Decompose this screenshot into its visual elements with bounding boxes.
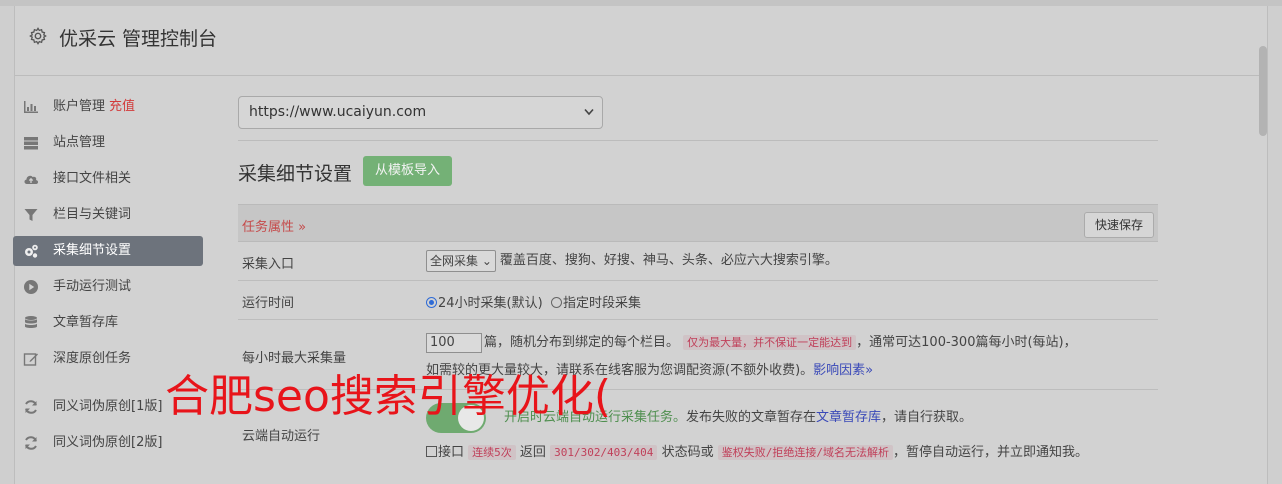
notify-checkbox[interactable] <box>426 446 437 457</box>
max-text-2: ，通常可达100-300篇每小时(每站)， <box>856 335 1077 350</box>
max-per-hour-input[interactable]: 100 <box>426 332 482 353</box>
sidebar-item-columns-keywords[interactable]: 栏目与关键词 <box>13 200 203 230</box>
entry-select-value: 全网采集 <box>430 253 479 268</box>
import-template-button[interactable]: 从模板导入 <box>363 156 453 186</box>
code-status: 301/302/403/404 <box>550 445 658 460</box>
sidebar-item-label: 采集细节设置 <box>53 243 132 258</box>
row-label: 运行时间 <box>242 296 295 311</box>
edit-icon <box>23 353 38 366</box>
cloud-upload-icon <box>24 175 39 184</box>
row-content: 24小时采集(默认) 指定时段采集 <box>426 292 1158 311</box>
sidebar-item-label: 栏目与关键词 <box>53 207 132 222</box>
sidebar-item-label: 站点管理 <box>53 135 106 150</box>
divider <box>238 140 1158 141</box>
radio-scheduled-label: 指定时段采集 <box>562 296 641 311</box>
max-text-1: 篇，随机分布到绑定的每个栏目。 <box>484 335 680 350</box>
radio-24h-label: 24小时采集(默认) <box>438 296 543 311</box>
entry-desc: 覆盖百度、搜狗、好搜、神马、头条、必应六大搜索引擎。 <box>499 253 838 268</box>
row-content: 全网采集 ⌄ 覆盖百度、搜狗、好搜、神马、头条、必应六大搜索引擎。 <box>426 249 1158 272</box>
code-errors: 鉴权失败/拒绝连接/域名无法解析 <box>717 445 893 460</box>
filter-icon <box>24 209 38 221</box>
checkbox-label: 接口 <box>438 445 465 460</box>
settings-table: 任务属性 » 快速保存 采集入口 全网采集 ⌄ 覆盖百度、搜狗、好搜、神马、头条、… <box>238 204 1158 478</box>
factors-link[interactable]: 影响因素» <box>813 363 873 378</box>
scrollbar[interactable] <box>1259 46 1267 136</box>
page-header: 优采云 管理控制台 <box>15 6 1267 76</box>
recharge-link[interactable]: 充值 <box>109 99 135 114</box>
chevron-down-icon: ⌄ <box>481 253 492 268</box>
sidebar-item-label: 手动运行测试 <box>53 279 132 294</box>
row-label: 采集入口 <box>242 257 295 272</box>
cloud-line-2: 接口 连续5次 返回 301/302/403/404 状态码或 鉴权失败/拒绝连… <box>426 443 1158 463</box>
cloud-text-3: 返回 <box>519 445 546 460</box>
sidebar-item-label: 文章暂存库 <box>53 315 119 330</box>
bar-chart-icon <box>24 101 38 113</box>
page-title: 优采云 管理控制台 <box>59 28 218 50</box>
quick-save-button[interactable]: 快速保存 <box>1083 212 1154 238</box>
row-label: 云端自动运行 <box>242 429 321 444</box>
sidebar-item-label: 同义词伪原创[2版] <box>53 435 163 450</box>
radio-scheduled[interactable] <box>550 297 562 308</box>
sidebar-item-manual-test[interactable]: 手动运行测试 <box>13 272 203 302</box>
site-select-value: https://www.ucaiyun.com <box>249 104 427 120</box>
table-header: 任务属性 » 快速保存 <box>238 204 1158 242</box>
gear-icon <box>29 27 47 45</box>
play-icon <box>24 280 38 294</box>
sidebar-item-sites[interactable]: 站点管理 <box>13 128 203 158</box>
entry-select[interactable]: 全网采集 ⌄ <box>426 249 496 272</box>
database-icon <box>25 316 37 328</box>
refresh-icon <box>25 436 37 450</box>
sidebar-item-interface-files[interactable]: 接口文件相关 <box>13 164 203 194</box>
gears-icon <box>25 244 38 258</box>
table-row-runtime: 运行时间 24小时采集(默认) 指定时段采集 <box>238 281 1158 320</box>
sidebar-item-label: 接口文件相关 <box>53 171 132 186</box>
table-row-entry: 采集入口 全网采集 ⌄ 覆盖百度、搜狗、好搜、神马、头条、必应六大搜索引擎。 <box>238 242 1158 281</box>
section-title: 采集细节设置 <box>238 163 353 185</box>
cloud-text-5: ，暂停自动运行，并立即通知我。 <box>892 445 1088 460</box>
max-note-code: 仅为最大量，并不保证一定能达到 <box>683 335 857 350</box>
task-attributes-toggle[interactable]: 任务属性 » <box>242 216 306 235</box>
cloud-text-2: ，请自行获取。 <box>881 410 973 425</box>
server-icon <box>24 137 38 150</box>
code-5-times: 连续5次 <box>468 445 516 460</box>
cloud-text-4: 状态码或 <box>661 445 714 460</box>
sidebar-item-label: 账户管理 <box>53 99 106 114</box>
sidebar-item-synonym-v2[interactable]: 同义词伪原创[2版] <box>13 428 203 458</box>
cloud-text-1: 发布失败的文章暂存在 <box>686 410 817 425</box>
sidebar-item-collection-settings[interactable]: 采集细节设置 <box>13 236 203 266</box>
sidebar-item-label: 深度原创任务 <box>53 351 132 366</box>
article-storage-link[interactable]: 文章暂存库 <box>816 410 881 425</box>
refresh-icon <box>25 400 37 414</box>
sidebar-item-account[interactable]: 账户管理 充值 <box>13 92 203 122</box>
watermark-overlay: 合肥seo搜索引擎优化( <box>165 371 612 422</box>
sidebar-item-article-storage[interactable]: 文章暂存库 <box>13 308 203 338</box>
chevron-down-icon <box>584 108 594 116</box>
sidebar-item-label: 同义词伪原创[1版] <box>53 399 163 414</box>
radio-24h[interactable] <box>426 297 437 308</box>
site-select[interactable]: https://www.ucaiyun.com <box>238 96 603 129</box>
